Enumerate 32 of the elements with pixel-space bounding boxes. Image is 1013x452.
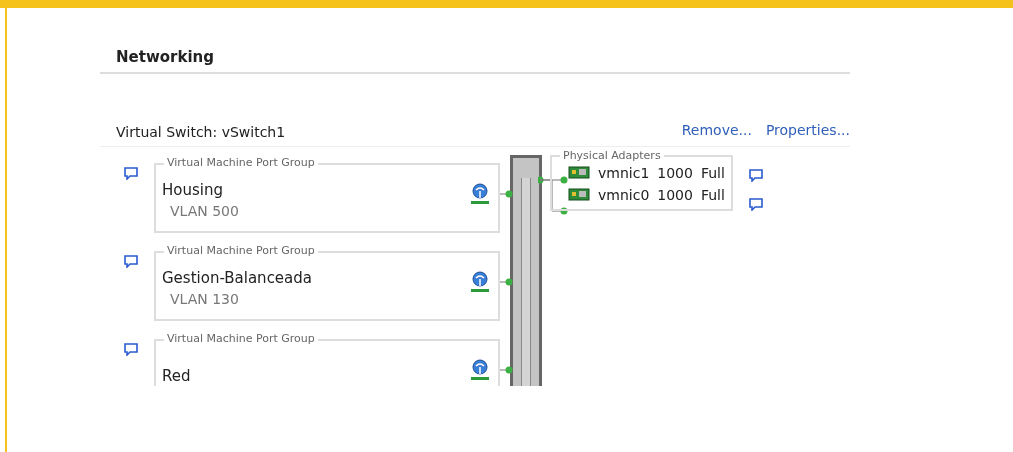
vlan-label: VLAN 500 [169, 203, 239, 219]
comment-icon[interactable] [124, 167, 138, 180]
adapter-duplex: Full [700, 187, 725, 203]
comment-icon[interactable] [748, 198, 763, 211]
comment-icon[interactable] [748, 169, 763, 182]
switch-label: Virtual Switch: vSwitch1 [116, 124, 286, 140]
adapter-speed: 1000 [657, 187, 693, 203]
connector-dot [500, 277, 514, 287]
network-card-icon [568, 166, 590, 180]
network-icon [470, 359, 490, 381]
adapters-label: Physical Adapters [560, 149, 664, 162]
comment-icon[interactable] [124, 343, 138, 356]
action-link[interactable]: Remove... [681, 122, 752, 138]
connector-dot [500, 189, 514, 199]
adapter-duplex: Full [700, 165, 725, 181]
adapter-name: vmnic1 [598, 165, 650, 181]
connector-dot [500, 365, 514, 375]
network-card-icon [568, 188, 590, 202]
adapter-speed: 1000 [657, 165, 693, 181]
adapter-name: vmnic0 [598, 187, 650, 203]
port-group-name: Gestion-Balanceada [162, 269, 312, 287]
port-group-name: Housing [162, 181, 224, 199]
network-icon [470, 183, 490, 205]
section-title: Networking [100, 8, 850, 74]
port-group-type: Virtual Machine Port Group [164, 332, 318, 345]
network-icon [470, 271, 490, 293]
port-group-type: Virtual Machine Port Group [164, 244, 318, 257]
port-group-name: Red [162, 367, 191, 385]
action-link[interactable]: Properties... [765, 122, 850, 138]
comment-icon[interactable] [124, 255, 138, 268]
vlan-label: VLAN 130 [169, 291, 240, 307]
port-group-type: Virtual Machine Port Group [164, 156, 318, 169]
